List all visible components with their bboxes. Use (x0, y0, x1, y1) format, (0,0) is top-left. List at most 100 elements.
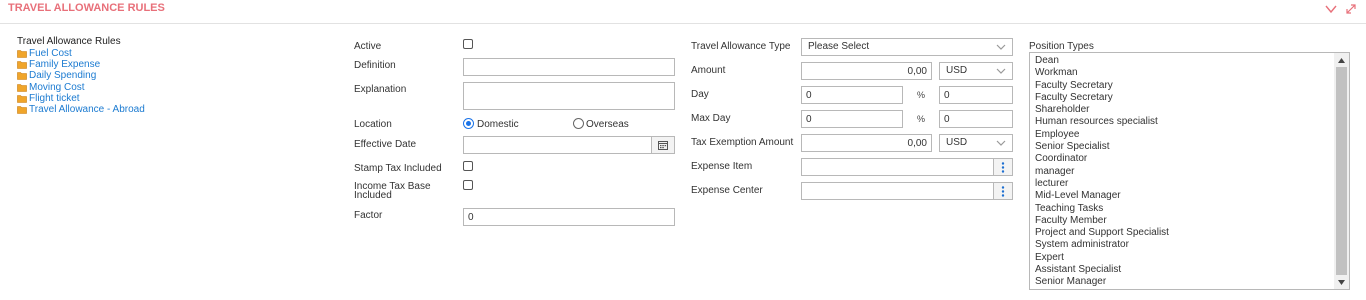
position-type-option[interactable]: Senior Specialist (1035, 141, 1169, 153)
tree-item[interactable]: Daily Spending (17, 70, 145, 81)
expense-center-label: Expense Center (691, 185, 763, 196)
definition-label: Definition (354, 60, 396, 71)
location-label: Location (354, 119, 392, 130)
tree-item-label: Fuel Cost (29, 48, 72, 60)
max-day-input[interactable] (801, 110, 903, 128)
expense-item-input[interactable] (801, 158, 994, 176)
location-overseas-radio[interactable] (573, 118, 584, 129)
tree-item[interactable]: Travel Allowance - Abroad (17, 104, 145, 115)
folder-icon (17, 49, 27, 58)
stamp-tax-checkbox[interactable] (463, 161, 473, 171)
position-type-option[interactable]: Assistant Specialist (1035, 264, 1169, 276)
position-type-option[interactable]: Expert (1035, 252, 1169, 264)
day-percent-input[interactable] (939, 86, 1013, 104)
tax-exemption-input[interactable] (801, 134, 932, 152)
effective-date-input[interactable] (463, 136, 652, 154)
explanation-label: Explanation (354, 84, 407, 95)
day-label: Day (691, 89, 709, 100)
allowance-type-value: Please Select (808, 41, 870, 52)
position-types-listbox[interactable]: Dean Workman Faculty Secretary Faculty Secr… (1029, 52, 1350, 290)
tree-item-label: Daily Spending (29, 70, 97, 82)
amount-currency-value: USD (946, 65, 968, 76)
position-type-option[interactable]: Faculty Secretary (1035, 80, 1169, 92)
position-type-option[interactable]: Shareholder (1035, 104, 1169, 116)
folder-icon (17, 60, 27, 70)
chevron-down-icon (996, 44, 1006, 51)
position-type-option[interactable]: Faculty Secretary (1035, 92, 1169, 104)
chevron-down-icon (996, 140, 1006, 147)
effective-date-label: Effective Date (354, 139, 417, 150)
allowance-type-label: Travel Allowance Type (691, 41, 791, 52)
active-label: Active (354, 41, 382, 52)
tree-item-label: Flight ticket (29, 92, 80, 104)
tax-exemption-label: Tax Exemption Amount (691, 137, 794, 148)
stamp-tax-label: Stamp Tax Included (354, 163, 442, 174)
tree-item-label: Moving Cost (29, 81, 85, 93)
position-type-option[interactable]: Employee (1035, 129, 1169, 141)
position-type-option[interactable]: Project and Support Specialist (1035, 227, 1169, 239)
position-type-option[interactable]: manager (1035, 166, 1169, 178)
panel-header: TRAVEL ALLOWANCE RULES (0, 0, 1366, 24)
tax-exemption-currency-value: USD (946, 137, 968, 148)
allowance-type-select[interactable]: Please Select (801, 38, 1013, 56)
day-percent-label: % (917, 90, 926, 100)
factor-label: Factor (354, 210, 383, 221)
position-type-option[interactable]: System administrator (1035, 239, 1169, 251)
folder-icon (17, 83, 27, 92)
tree-item[interactable]: Moving Cost (17, 82, 145, 93)
position-type-option[interactable]: Senior Manager (1035, 276, 1169, 288)
income-tax-label: Income Tax Base Included (354, 181, 431, 201)
amount-label: Amount (691, 65, 726, 76)
active-checkbox[interactable] (463, 39, 473, 49)
location-overseas-label: Overseas (586, 119, 629, 130)
listbox-scrollbar[interactable] (1334, 53, 1349, 289)
location-domestic-label: Domestic (477, 119, 519, 130)
tree-item[interactable]: Flight ticket (17, 93, 145, 104)
chevron-down-icon (996, 68, 1006, 75)
income-tax-checkbox[interactable] (463, 180, 473, 190)
explanation-textarea[interactable] (463, 82, 675, 110)
amount-currency-select[interactable]: USD (939, 62, 1013, 80)
position-type-option[interactable]: Faculty Member (1035, 215, 1169, 227)
scroll-down-icon[interactable] (1337, 278, 1346, 287)
max-day-label: Max Day (691, 113, 731, 124)
tree-item-label: Family Expense (29, 59, 101, 71)
expense-center-input[interactable] (801, 182, 994, 200)
amount-input[interactable] (801, 62, 932, 80)
folder-icon (17, 94, 27, 103)
position-type-option[interactable]: Teaching Tasks (1035, 203, 1169, 215)
tree-title: Travel Allowance Rules (17, 36, 121, 47)
folder-icon (17, 71, 27, 81)
calendar-icon (658, 141, 668, 150)
factor-input[interactable] (463, 208, 675, 226)
max-day-percent-input[interactable] (939, 110, 1013, 128)
position-type-option[interactable]: Human resources specialist (1035, 116, 1169, 128)
scrollbar-thumb[interactable] (1336, 67, 1347, 275)
max-day-percent-label: % (917, 114, 926, 124)
collapse-chevron-icon[interactable] (1324, 2, 1338, 16)
definition-input[interactable] (463, 58, 675, 76)
expense-item-label: Expense Item (691, 161, 753, 172)
tree-item-label: Travel Allowance - Abroad (29, 104, 145, 116)
tax-exemption-currency-select[interactable]: USD (939, 134, 1013, 152)
calendar-button[interactable] (652, 136, 675, 154)
tree-item[interactable]: Family Expense (17, 59, 145, 70)
kebab-menu-icon (1001, 162, 1005, 173)
expense-center-menu-button[interactable] (994, 182, 1013, 200)
position-type-option[interactable]: Coordinator (1035, 153, 1169, 165)
position-type-option[interactable]: Workman (1035, 67, 1169, 79)
page-title: TRAVEL ALLOWANCE RULES (8, 2, 165, 14)
position-types-label: Position Types (1029, 41, 1094, 52)
location-domestic-radio[interactable] (463, 118, 474, 129)
expand-icon[interactable] (1344, 2, 1358, 16)
position-type-option[interactable]: lecturer (1035, 178, 1169, 190)
folder-icon (17, 105, 27, 114)
position-type-option[interactable]: Dean (1035, 55, 1169, 67)
scroll-up-icon[interactable] (1337, 56, 1346, 65)
kebab-menu-icon (1001, 186, 1005, 197)
rules-tree: Travel Allowance Rules Fuel Cost Family E… (17, 36, 145, 115)
position-type-option[interactable]: Mid-Level Manager (1035, 190, 1169, 202)
day-input[interactable] (801, 86, 903, 104)
tree-item[interactable]: Fuel Cost (17, 48, 145, 59)
expense-item-menu-button[interactable] (994, 158, 1013, 176)
